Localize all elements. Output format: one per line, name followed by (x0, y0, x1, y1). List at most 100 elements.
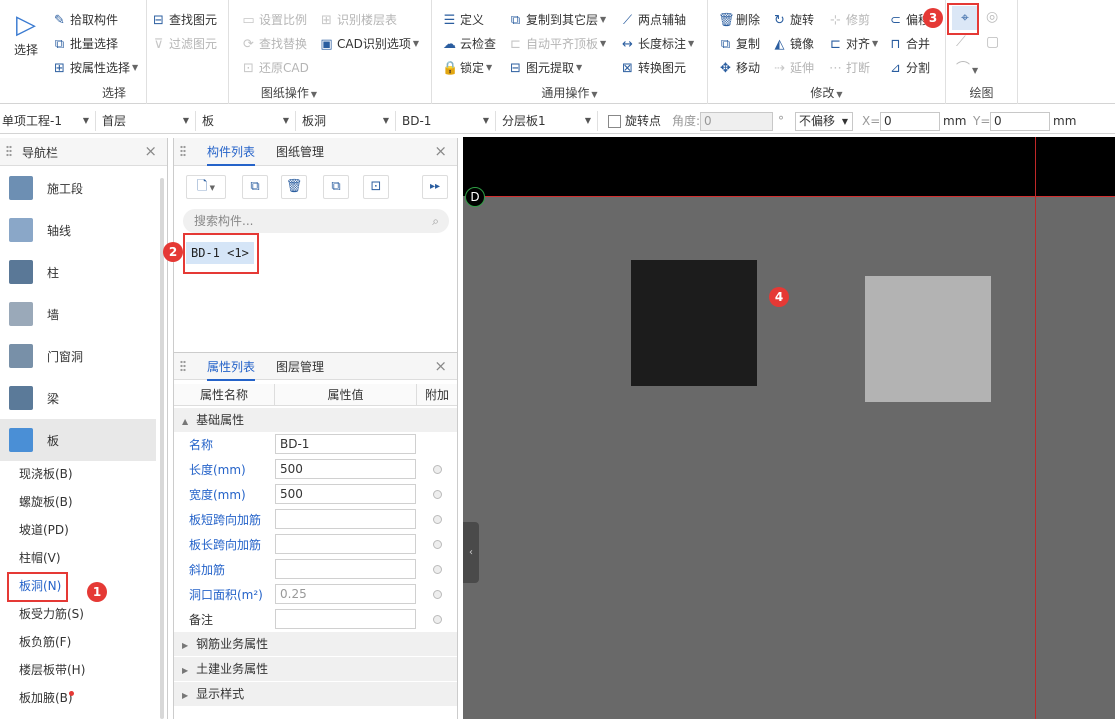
sidebar-item-door-window[interactable]: 门窗洞 (0, 335, 156, 377)
trim-button[interactable]: ⊹ 修剪 (828, 10, 870, 30)
y-input[interactable]: 0 (990, 112, 1050, 131)
property-value-input[interactable] (275, 559, 416, 579)
chevron-down-icon[interactable]: ▼ (311, 90, 317, 99)
property-value-input[interactable] (275, 609, 416, 629)
floor-select[interactable]: 首层 ▼ (100, 111, 196, 131)
tab-layer-management[interactable]: 图层管理 (276, 353, 324, 381)
close-icon[interactable]: × (434, 357, 447, 375)
component-search-input[interactable]: 搜索构件... ⌕ (183, 209, 449, 233)
sidebar-subitem[interactable]: 螺旋板(B) (19, 492, 73, 512)
property-value-input[interactable]: 500 (275, 459, 416, 479)
attach-checkbox[interactable] (433, 490, 442, 499)
property-value-input[interactable] (275, 509, 416, 529)
sidebar-subitem[interactable]: 柱帽(V) (19, 548, 61, 568)
sidebar-subitem[interactable]: 现浇板(B) (19, 464, 73, 484)
select-by-attribute-button[interactable]: ⊞ 按属性选择 ▼ (52, 58, 138, 78)
save-component-button[interactable]: ⊡ (363, 175, 389, 199)
attach-checkbox[interactable] (433, 540, 442, 549)
tab-drawing-management[interactable]: 图纸管理 (276, 138, 324, 166)
attach-checkbox[interactable] (433, 465, 442, 474)
filter-element-button[interactable]: ⊽ 过滤图元 (151, 34, 217, 54)
align-button[interactable]: ⊏ 对齐 ▼ (828, 34, 878, 54)
grip-icon[interactable] (180, 145, 186, 158)
x-input[interactable]: 0 (880, 112, 940, 131)
convert-element-button[interactable]: ⊠ 转换图元 (620, 58, 686, 78)
attach-checkbox[interactable] (433, 515, 442, 524)
expand-toolbar-button[interactable]: ▸▸ (422, 175, 448, 199)
copy-to-layer-button[interactable]: ⧉ 复制到其它层 ▼ (508, 10, 606, 30)
set-scale-button[interactable]: ▭ 设置比例 (241, 10, 307, 30)
chevron-down-icon[interactable]: ▼ (836, 90, 842, 99)
batch-select-button[interactable]: ⧉ 批量选择 (52, 34, 118, 54)
property-value-input[interactable] (275, 534, 416, 554)
section-collapsed[interactable]: ▶ 钢筋业务属性 (174, 632, 457, 656)
sidebar-subitem[interactable]: 楼层板带(H) (19, 660, 85, 680)
tab-property-list[interactable]: 属性列表 (207, 353, 256, 381)
category-select[interactable]: 板 ▼ (200, 111, 296, 131)
close-icon[interactable]: × (144, 142, 157, 160)
section-collapsed[interactable]: ▶ 土建业务属性 (174, 657, 457, 681)
property-value-input[interactable]: 500 (275, 484, 416, 504)
collapse-panel-handle[interactable]: ‹ (463, 522, 479, 583)
project-select[interactable]: 单项工程-1 ▼ (0, 111, 96, 131)
nav-scrollbar[interactable] (160, 178, 164, 719)
new-component-button[interactable]: 🗋 ▼ (186, 175, 226, 199)
grip-icon[interactable] (6, 145, 12, 158)
sidebar-item-construction-section[interactable]: 施工段 (0, 167, 156, 209)
copy-button[interactable]: ⧉ 复制 (718, 34, 760, 54)
cloud-check-button[interactable]: ☁ 云检查 (442, 34, 496, 54)
copy-component-button[interactable]: ⧉ (242, 175, 268, 199)
property-value-input[interactable]: 0.25 (275, 584, 416, 604)
restore-cad-button[interactable]: ⊡ 还原CAD (241, 58, 309, 78)
grip-icon[interactable] (180, 360, 186, 373)
split-button[interactable]: ⊿ 分割 (888, 58, 930, 78)
cad-options-button[interactable]: ▣ CAD识别选项 ▼ (319, 34, 419, 54)
delete-button[interactable]: 🗑 删除 (718, 10, 760, 30)
rotate-button[interactable]: ↻ 旋转 (772, 10, 814, 30)
rotate-point-checkbox[interactable] (608, 115, 621, 128)
sidebar-subitem[interactable]: 板加腋(B) (19, 688, 73, 708)
tab-component-list[interactable]: 构件列表 (207, 138, 256, 166)
sidebar-item-column[interactable]: 柱 (0, 251, 156, 293)
drawing-canvas[interactable]: D ‹ (463, 137, 1115, 719)
layer-select[interactable]: 分层板1 ▼ (500, 111, 598, 131)
break-button[interactable]: ⋯ 打断 (828, 58, 870, 78)
sidebar-item-wall[interactable]: 墙 (0, 293, 156, 335)
section-basic-properties[interactable]: ▲ 基础属性 (174, 408, 457, 432)
auto-align-top-button[interactable]: ⊏ 自动平齐顶板 ▼ (508, 34, 606, 54)
chevron-down-icon[interactable]: ▼ (591, 90, 597, 99)
length-dimension-button[interactable]: ↔ 长度标注 ▼ (620, 34, 694, 54)
sidebar-item-beam[interactable]: 梁 (0, 377, 156, 419)
rect-draw-button[interactable]: ▢ (986, 34, 999, 50)
sidebar-subitem[interactable]: 坡道(PD) (19, 520, 69, 540)
extract-element-button[interactable]: ⊟ 图元提取 ▼ (508, 58, 582, 78)
sidebar-subitem[interactable]: 板负筋(F) (19, 632, 71, 652)
line-draw-button[interactable]: ⟋ (956, 34, 966, 50)
mirror-button[interactable]: ◭ 镜像 (772, 34, 815, 54)
slab-opening-dark[interactable] (631, 260, 757, 386)
offset-select[interactable]: 不偏移 ▼ (795, 112, 853, 131)
merge-button[interactable]: ⊓ 合并 (888, 34, 930, 54)
identify-floor-table-button[interactable]: ⊞ 识别楼层表 (319, 10, 397, 30)
two-point-axis-button[interactable]: ⟋ 两点辅轴 (620, 10, 686, 30)
pick-component-button[interactable]: ✎ 拾取构件 (52, 10, 118, 30)
find-element-button[interactable]: ⊟ 查找图元 (151, 10, 217, 30)
extend-button[interactable]: ⇢ 延伸 (772, 58, 814, 78)
attach-checkbox[interactable] (433, 615, 442, 624)
define-button[interactable]: ☰ 定义 (442, 10, 484, 30)
lock-button[interactable]: 🔒 锁定 ▼ (442, 58, 492, 78)
curve-draw-button[interactable]: ⌒ ▼ (956, 58, 978, 78)
find-replace-button[interactable]: ⟳ 查找替换 (241, 34, 307, 54)
property-value-input[interactable]: BD-1 (275, 434, 416, 454)
component-select[interactable]: BD-1 ▼ (400, 111, 496, 131)
duplicate-layer-button[interactable]: ⧉ (323, 175, 349, 199)
angle-input[interactable]: 0 (700, 112, 773, 131)
arc-draw-button[interactable]: ◎ (986, 9, 998, 25)
sidebar-item-axis[interactable]: 轴线 (0, 209, 156, 251)
move-button[interactable]: ✥ 移动 (718, 58, 760, 78)
attach-checkbox[interactable] (433, 565, 442, 574)
slab-opening-light[interactable] (865, 276, 991, 402)
close-icon[interactable]: × (434, 142, 447, 160)
sidebar-item-slab[interactable]: 板 (0, 419, 156, 461)
delete-component-button[interactable]: 🗑 (281, 175, 307, 199)
